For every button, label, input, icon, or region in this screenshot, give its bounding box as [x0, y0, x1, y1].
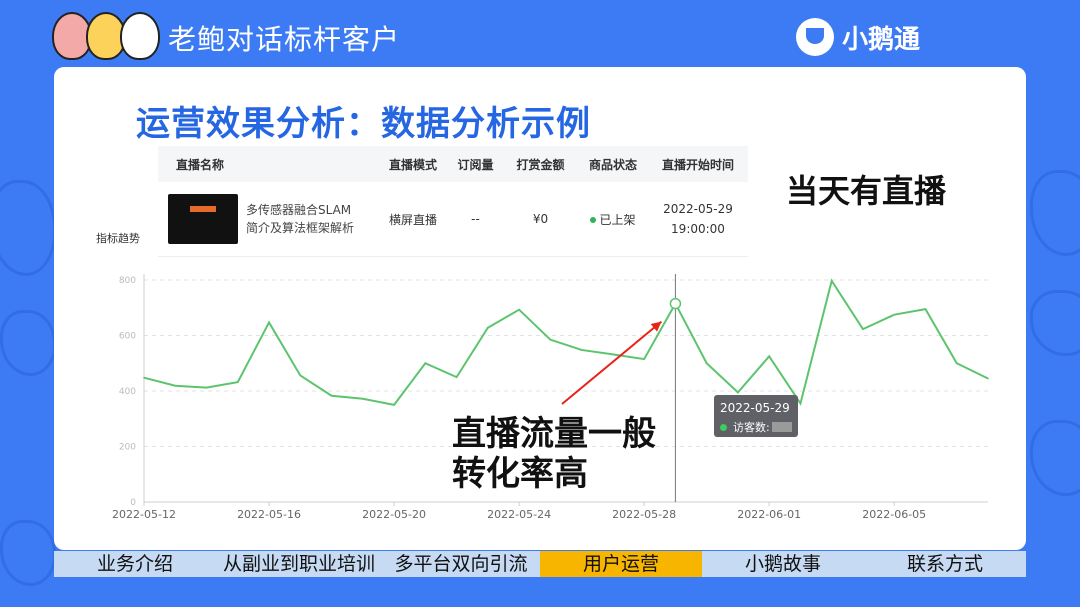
highlight-point	[669, 297, 682, 310]
nav-item-traffic[interactable]: 多平台双向引流	[382, 551, 540, 577]
nav-item-business[interactable]: 业务介绍	[54, 551, 216, 577]
tooltip-row: 访客数:	[720, 419, 792, 435]
table-header: 直播名称 直播模式 订阅量 打赏金额 商品状态 直播开始时间	[158, 146, 748, 182]
annotation-line2: 转化率高	[452, 454, 588, 494]
series-line	[143, 278, 989, 406]
nav-item-user-ops[interactable]: 用户运营	[540, 551, 702, 577]
annotation-text: 直播流量一般 转化率高	[452, 414, 656, 494]
live-table: 直播名称 直播模式 订阅量 打赏金额 商品状态 直播开始时间 多传感器融合SLA…	[158, 146, 748, 257]
product-status: 已上架	[578, 211, 648, 228]
background-doodle	[0, 310, 56, 376]
table-row[interactable]: 多传感器融合SLAM 简介及算法框架解析 横屏直播 -- ¥0 已上架 2022…	[158, 182, 748, 257]
annotation-line1: 直播流量一般	[452, 414, 656, 454]
live-mode: 横屏直播	[388, 212, 437, 227]
data-point	[143, 376, 145, 379]
background-doodle	[1030, 170, 1080, 256]
data-point	[362, 397, 364, 400]
data-point	[705, 362, 708, 365]
data-point	[174, 384, 177, 387]
data-point	[768, 355, 770, 358]
column-header: 订阅量	[457, 157, 494, 172]
data-point	[455, 376, 458, 378]
bottom-nav: 业务介绍 从副业到职业培训 多平台双向引流 用户运营 小鹅故事 联系方式	[54, 551, 1026, 577]
live-title[interactable]: 多传感器融合SLAM 简介及算法框架解析	[246, 201, 366, 237]
y-tick-label: 200	[119, 443, 136, 453]
live-title-line1: 多传感器融合SLAM	[246, 203, 352, 217]
side-note: 当天有直播	[786, 172, 947, 210]
header-title: 老鲍对话标杆客户	[168, 23, 401, 56]
data-point	[268, 321, 270, 324]
x-tick-label: 2022-06-01	[737, 508, 801, 521]
chart-tooltip: 2022-05-29 访客数:	[714, 395, 798, 437]
data-point	[612, 353, 614, 356]
x-tick-label: 2022-05-16	[237, 508, 301, 521]
background-doodle	[0, 520, 56, 586]
live-title-line2: 简介及算法框架解析	[246, 221, 355, 235]
y-tick-label: 0	[130, 498, 136, 508]
tooltip-label: 访客数:	[733, 421, 770, 434]
data-point	[299, 374, 302, 377]
slide-title: 运营效果分析：数据分析示例	[136, 104, 591, 144]
goose-logo-icon	[795, 18, 834, 56]
nav-item-story[interactable]: 小鹅故事	[702, 551, 864, 577]
live-thumbnail[interactable]	[168, 194, 238, 244]
y-tick-label: 400	[119, 387, 136, 397]
annotation-arrow	[561, 320, 663, 405]
x-tick-label: 2022-05-20	[362, 508, 426, 521]
series-dot-icon	[720, 423, 727, 431]
column-header: 直播开始时间	[661, 157, 734, 172]
column-header: 打赏金额	[516, 157, 565, 172]
x-tick-label: 2022-06-05	[862, 508, 926, 521]
nav-item-training[interactable]: 从副业到职业培训	[216, 551, 382, 577]
column-header: 直播名称	[176, 157, 225, 172]
x-tick-label: 2022-05-24	[487, 508, 551, 521]
background-doodle	[1030, 420, 1080, 496]
data-point	[487, 326, 489, 329]
live-name-cell: 多传感器融合SLAM 简介及算法框架解析	[158, 194, 378, 244]
data-point	[987, 377, 989, 380]
start-time: 2022-05-29 19:00:00	[648, 199, 748, 239]
background-doodle	[0, 180, 56, 276]
brand-name: 小鹅通	[841, 24, 920, 55]
y-tick-label: 600	[119, 332, 136, 342]
data-point	[893, 313, 896, 316]
product-status-text: 已上架	[599, 212, 636, 227]
data-point	[330, 394, 333, 397]
data-point	[737, 391, 739, 394]
metric-trend-label: 指标趋势	[96, 232, 140, 245]
column-header: 直播模式	[388, 157, 437, 172]
status-dot-icon	[590, 217, 597, 223]
tooltip-date: 2022-05-29	[720, 401, 790, 415]
column-header: 商品状态	[588, 157, 637, 172]
x-tick-label: 2022-05-12	[112, 508, 176, 521]
data-point	[518, 308, 520, 311]
brand-logo: 小鹅通	[795, 18, 920, 56]
data-point	[580, 349, 583, 351]
redacted-value	[771, 422, 792, 432]
nav-item-contact[interactable]: 联系方式	[864, 551, 1026, 577]
data-point	[205, 386, 208, 389]
data-point	[549, 338, 552, 341]
start-clock: 19:00:00	[671, 222, 725, 236]
start-date: 2022-05-29	[663, 202, 733, 216]
data-point	[862, 328, 864, 330]
data-point	[643, 358, 645, 360]
subscription-count: --	[471, 212, 480, 226]
white-mascot-icon	[120, 12, 160, 60]
y-tick-label: 800	[119, 276, 136, 286]
data-point	[830, 280, 833, 282]
data-point	[424, 362, 427, 365]
data-point	[924, 308, 927, 310]
data-point	[799, 402, 802, 405]
data-point	[236, 381, 239, 383]
x-tick-label: 2022-05-28	[612, 508, 676, 521]
header: 老鲍对话标杆客户 小鹅通	[0, 0, 1080, 72]
mascot-illustration	[52, 12, 162, 62]
data-point	[393, 404, 395, 406]
data-point	[955, 362, 958, 365]
reward-amount: ¥0	[532, 212, 549, 226]
background-doodle	[1030, 290, 1080, 356]
